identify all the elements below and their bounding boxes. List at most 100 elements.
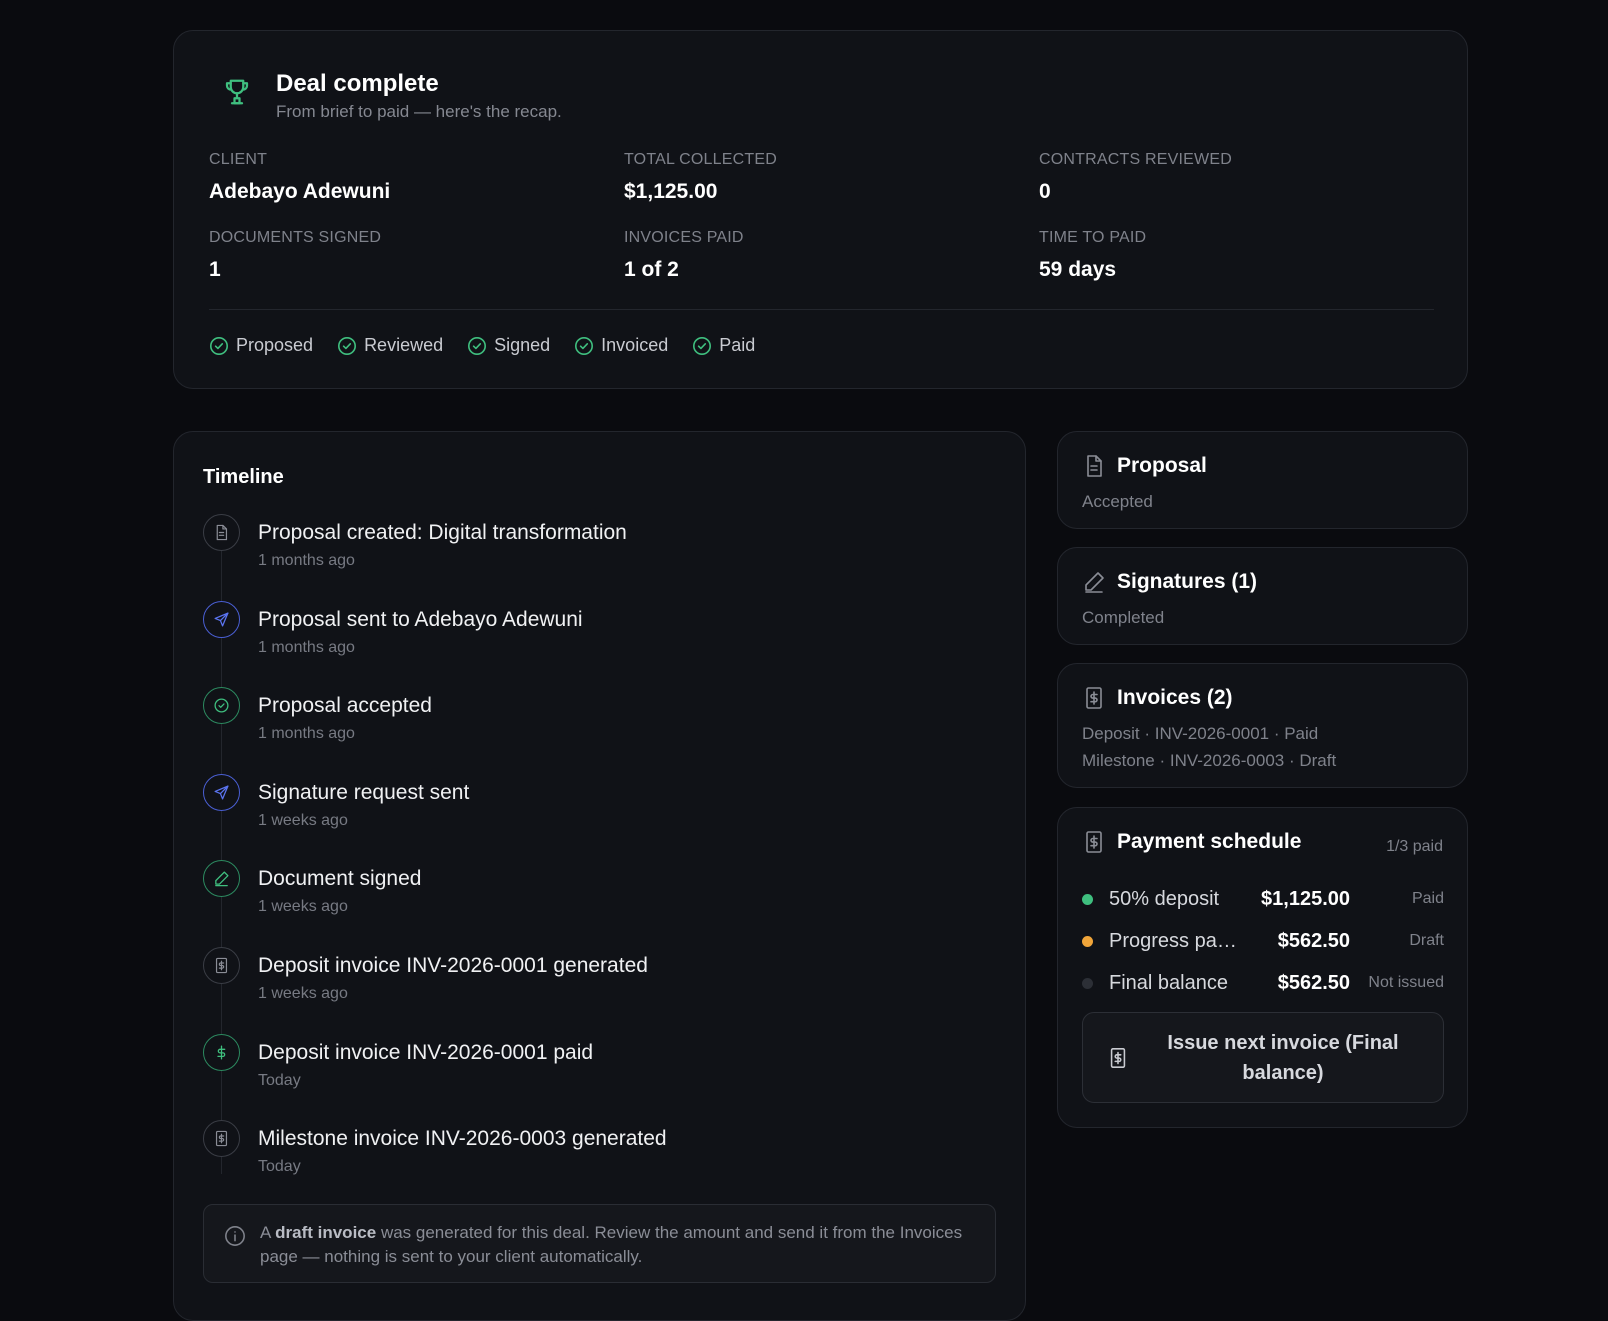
signatures-title: Signatures (1)	[1117, 570, 1258, 593]
proposal-status: Accepted	[1082, 492, 1153, 511]
timeline-event-time: 1 weeks ago	[258, 898, 348, 916]
stat-value: $1,125.00	[624, 180, 718, 203]
check-circle-icon	[203, 687, 240, 725]
timeline-event-time: 1 months ago	[258, 552, 355, 569]
payment-status: Not issued	[1368, 974, 1444, 991]
timeline-event-time: 1 months ago	[258, 638, 355, 656]
stage-label: Invoiced	[601, 335, 669, 355]
status-dot	[1082, 893, 1093, 905]
payment-row: Progress payment $562.50 Draft	[1082, 920, 1444, 962]
timeline-event-text: Document signed	[258, 867, 422, 891]
payment-amount: $562.50	[1277, 929, 1350, 952]
timeline-event-time: Today	[258, 1071, 301, 1089]
check-circle-icon	[575, 336, 594, 355]
check-circle-icon	[338, 336, 357, 355]
timeline-item: Proposal created: Digital transformation…	[203, 514, 993, 601]
summary-stats: CLIENT Adebayo Adewuni TOTAL COLLECTED $…	[209, 149, 1434, 285]
stat-time-to-paid: TIME TO PAID 59 days	[1039, 227, 1434, 285]
summary-subtitle: From brief to paid — here's the recap.	[276, 102, 562, 121]
payment-row: 50% deposit $1,125.00 Paid	[1082, 878, 1444, 920]
timeline-title: Timeline	[203, 466, 284, 488]
timeline-event-text: Proposal accepted	[258, 694, 432, 718]
info-icon	[225, 1226, 245, 1246]
stat-value: 0	[1039, 180, 1051, 203]
document-icon	[1087, 455, 1102, 477]
invoices-list: Deposit · INV-2026-0001 · Paid Milestone…	[1082, 720, 1336, 774]
payment-status: Paid	[1411, 890, 1444, 907]
invoices-card[interactable]: Invoices (2) Deposit · INV-2026-0001 · P…	[1057, 663, 1468, 788]
timeline-event-text: Signature request sent	[258, 780, 470, 804]
stat-value: Adebayo Adewuni	[209, 180, 391, 203]
dollar-icon	[203, 1033, 240, 1071]
payment-schedule-card: Payment schedule 1/3 paid 50% deposit $1…	[1057, 807, 1468, 1128]
stat-label: TIME TO PAID	[1039, 229, 1147, 246]
payment-count: 1/3 paid	[1386, 838, 1443, 855]
timeline-event-time: 1 months ago	[258, 725, 355, 743]
payment-title: Payment schedule	[1117, 830, 1302, 853]
invoice-icon	[1086, 687, 1102, 709]
timeline-event-text: Milestone invoice INV-2026-0003 generate…	[258, 1127, 667, 1151]
stage-signed: Signed	[467, 335, 550, 356]
stage-proposed: Proposed	[209, 335, 313, 356]
send-icon	[203, 600, 240, 638]
invoice-icon	[203, 946, 240, 984]
stat-client: CLIENT Adebayo Adewuni	[209, 149, 624, 207]
timeline-event-text: Deposit invoice INV-2026-0001 paid	[258, 1040, 594, 1064]
pen-icon	[1085, 572, 1104, 593]
timeline-item: Signature request sent 1 weeks ago	[203, 773, 993, 861]
status-dot	[1082, 977, 1093, 989]
stage-label: Signed	[494, 335, 551, 355]
timeline-event-text: Proposal created: Digital transformation	[258, 521, 627, 544]
issue-button-label: Issue next invoice (Final balance)	[1167, 1031, 1399, 1084]
payment-row: Final balance $562.50 Not issued	[1082, 962, 1444, 1004]
invoice-icon	[1110, 1047, 1126, 1068]
invoice-icon	[203, 1120, 240, 1158]
stage-reviewed: Reviewed	[337, 335, 443, 356]
summary-divider	[209, 309, 1434, 310]
timeline-item: Milestone invoice INV-2026-0003 generate…	[203, 1120, 993, 1207]
payment-amount: $1,125.00	[1261, 887, 1350, 910]
signatures-card[interactable]: Signatures (1) Completed	[1057, 547, 1468, 645]
payment-amount: $562.50	[1277, 971, 1350, 994]
stat-label: CLIENT	[209, 151, 268, 168]
timeline-event-text: Deposit invoice INV-2026-0001 generated	[258, 953, 648, 977]
stage-label: Reviewed	[364, 335, 444, 355]
deal-summary-card: Deal complete From brief to paid — here'…	[173, 30, 1468, 389]
stat-documents-signed: DOCUMENTS SIGNED 1	[209, 227, 624, 285]
timeline-item: Proposal sent to Adebayo Adewuni 1 month…	[203, 600, 993, 688]
proposal-card[interactable]: Proposal Accepted	[1057, 431, 1468, 529]
payment-status: Draft	[1409, 932, 1444, 949]
payment-name: 50% deposit	[1109, 887, 1220, 910]
deal-stages: Proposed Reviewed Signed Invoiced Paid	[209, 335, 779, 356]
check-circle-icon	[468, 336, 487, 355]
stat-total-collected: TOTAL COLLECTED $1,125.00	[624, 149, 1039, 207]
stat-value: 1 of 2	[624, 258, 679, 281]
document-icon	[203, 514, 240, 551]
timeline-event-text: Proposal sent to Adebayo Adewuni	[258, 607, 583, 631]
stat-label: INVOICES PAID	[624, 229, 744, 246]
timeline-card: Timeline Proposal created: Digital trans…	[173, 431, 1026, 1321]
notice-prefix: A	[260, 1223, 276, 1242]
timeline-event-time: Today	[258, 1158, 301, 1176]
summary-header: Deal complete From brief to paid — here'…	[222, 67, 562, 123]
timeline-event-time: 1 weeks ago	[258, 984, 348, 1002]
check-circle-icon	[693, 336, 712, 355]
pen-icon	[203, 860, 240, 898]
invoice-line: Milestone · INV-2026-0003 · Draft	[1082, 751, 1337, 770]
issue-next-invoice-button[interactable]: Issue next invoice (Final balance)	[1082, 1012, 1444, 1103]
status-dot	[1082, 935, 1093, 947]
invoices-title: Invoices (2)	[1117, 686, 1233, 709]
stat-contracts-reviewed: CONTRACTS REVIEWED 0	[1039, 149, 1434, 207]
payment-name: Progress payment	[1109, 929, 1245, 952]
invoice-icon	[1086, 831, 1102, 853]
stat-label: DOCUMENTS SIGNED	[209, 229, 382, 246]
trophy-icon	[225, 79, 249, 105]
timeline-list: Proposal created: Digital transformation…	[203, 514, 993, 1207]
stat-label: TOTAL COLLECTED	[624, 151, 777, 168]
send-icon	[203, 773, 240, 811]
stage-label: Proposed	[236, 335, 314, 355]
check-circle-icon	[210, 336, 228, 355]
stage-label: Paid	[719, 335, 756, 355]
timeline-item: Document signed 1 weeks ago	[203, 860, 993, 947]
signatures-status: Completed	[1082, 608, 1165, 627]
